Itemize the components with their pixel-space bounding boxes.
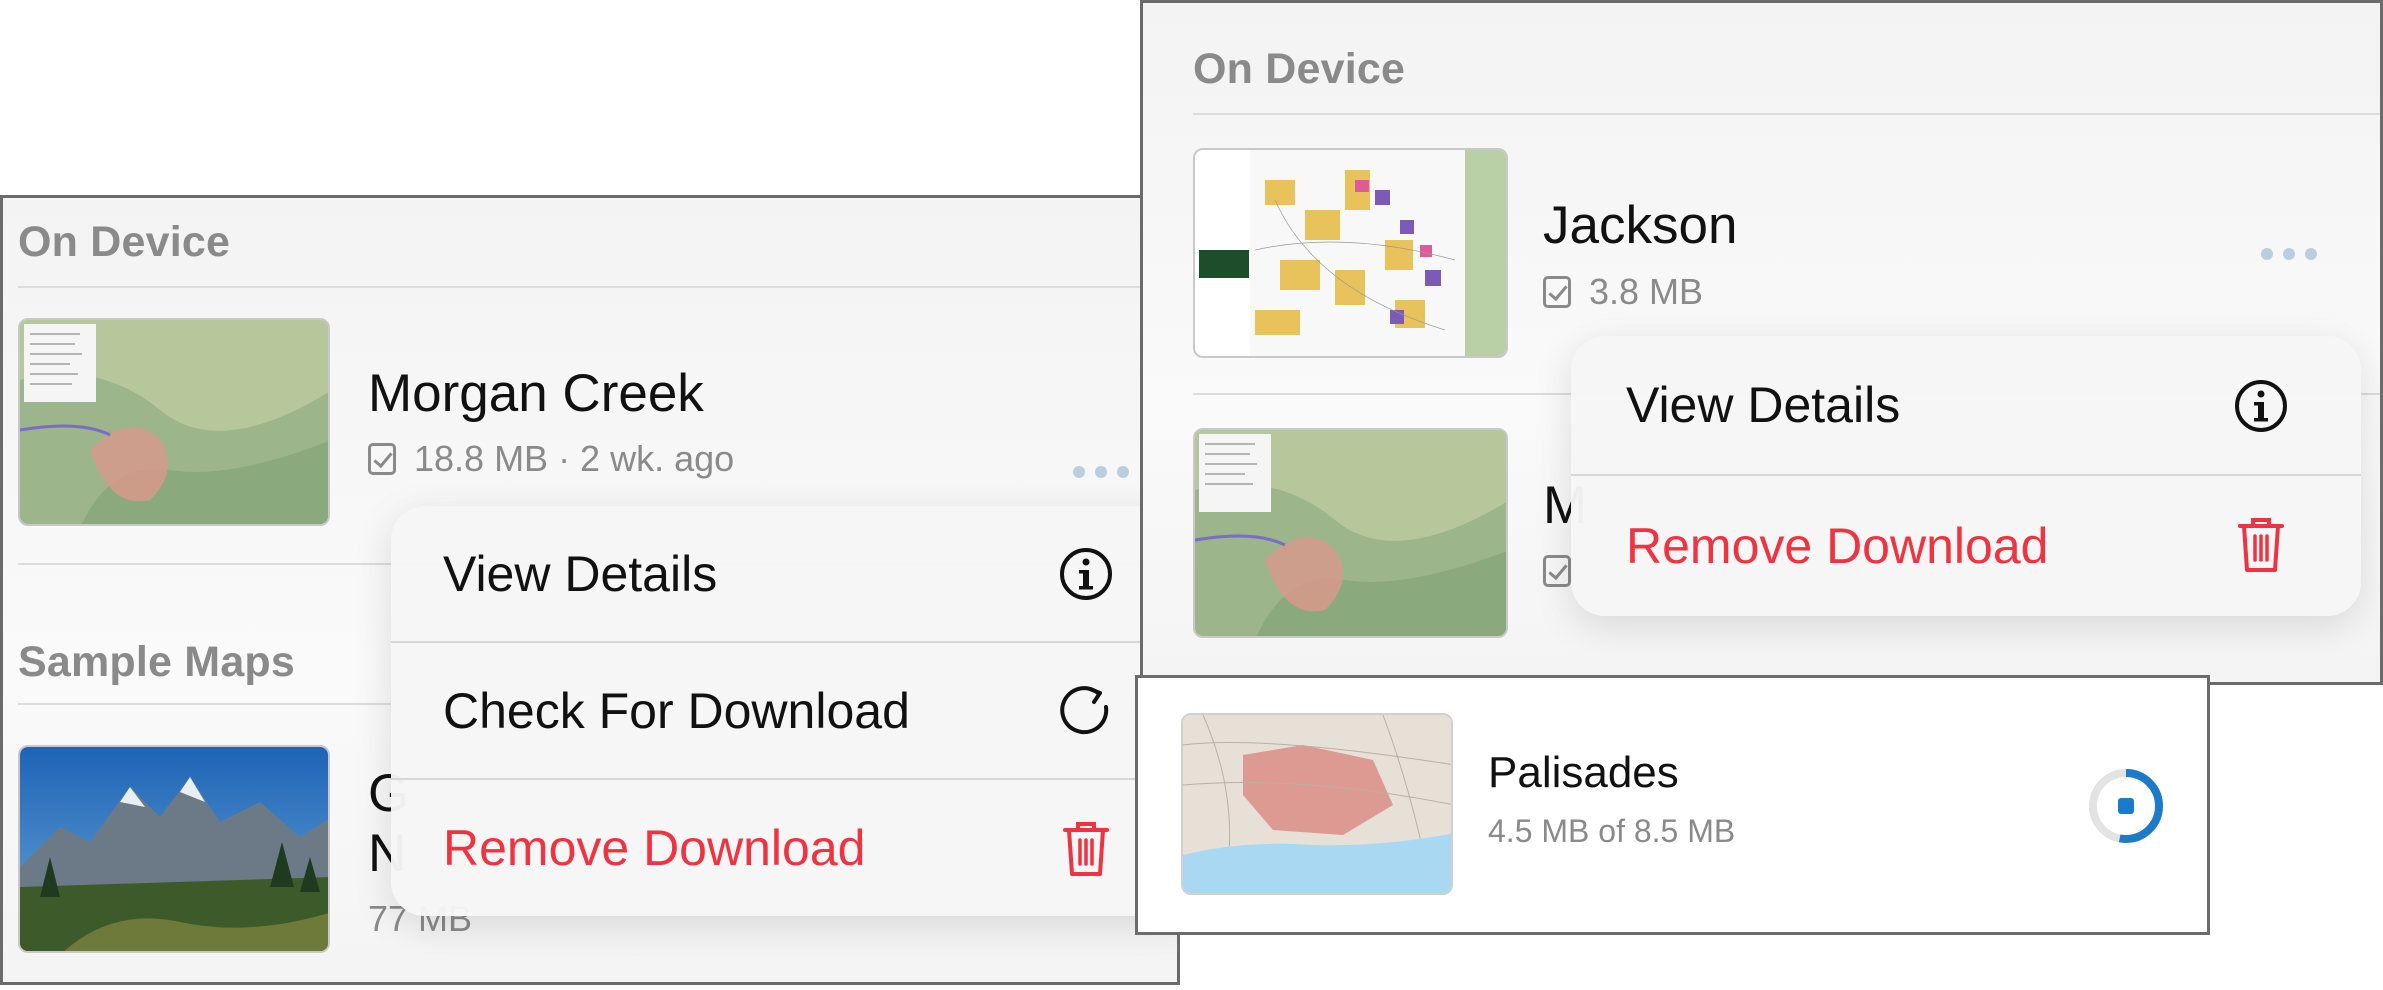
coastal-map-image bbox=[1183, 715, 1451, 893]
menu-item-label: Remove Download bbox=[1626, 518, 2049, 574]
menu-item-label: View Details bbox=[1626, 377, 1901, 433]
right-panel-background: On Device Jackson 3.8 MB M View Details … bbox=[1143, 3, 2380, 682]
mountain-photo bbox=[20, 747, 328, 951]
land-map-image bbox=[1195, 150, 1506, 356]
downloaded-check-icon bbox=[1543, 276, 1571, 308]
trash-icon bbox=[2238, 518, 2284, 572]
topo-map-image bbox=[1195, 430, 1506, 636]
map-meta-text: 3.8 MB bbox=[1589, 271, 1704, 312]
topo-map-image bbox=[20, 320, 328, 524]
info-icon bbox=[1060, 548, 1112, 600]
more-options-icon[interactable] bbox=[1073, 466, 1129, 478]
download-progress-stop-icon[interactable] bbox=[2083, 763, 2169, 849]
map-meta: 18.8 MB · 2 wk. ago bbox=[368, 438, 734, 480]
map-thumbnail-sample[interactable] bbox=[18, 745, 330, 953]
downloaded-check-icon bbox=[1543, 555, 1571, 587]
downloaded-check-icon bbox=[368, 443, 396, 475]
menu-item-label: Check For Download bbox=[443, 682, 910, 739]
map-title: Jackson bbox=[1543, 196, 1738, 255]
sample-maps-header: Sample Maps bbox=[18, 638, 296, 686]
map-thumbnail-morgan-creek[interactable] bbox=[18, 318, 330, 526]
left-panel: On Device Morgan Creek 18.8 MB · 2 wk. a… bbox=[0, 195, 1180, 985]
map-thumbnail-morgan-creek[interactable] bbox=[1193, 428, 1508, 638]
map-thumbnail-palisades[interactable] bbox=[1181, 713, 1453, 895]
map-title: Palisades bbox=[1488, 748, 1679, 797]
map-meta: 3.8 MB bbox=[1543, 271, 1703, 313]
on-device-header: On Device bbox=[18, 218, 231, 266]
context-menu: View Details Remove Download bbox=[1571, 336, 2361, 616]
info-icon bbox=[2235, 380, 2287, 432]
download-progress-text: 4.5 MB of 8.5 MB bbox=[1488, 813, 1736, 849]
refresh-icon bbox=[1060, 686, 1109, 735]
right-panel: On Device Jackson 3.8 MB M View Details … bbox=[1140, 0, 2383, 685]
download-progress-panel: Palisades 4.5 MB of 8.5 MB bbox=[1135, 675, 2210, 935]
divider bbox=[1193, 113, 2380, 115]
on-device-header: On Device bbox=[1193, 45, 1406, 93]
trash-icon bbox=[1063, 822, 1109, 876]
menu-item-label: View Details bbox=[443, 545, 718, 602]
divider bbox=[18, 286, 1177, 288]
map-thumbnail-jackson[interactable] bbox=[1193, 148, 1508, 358]
more-options-icon[interactable] bbox=[2261, 248, 2317, 260]
map-meta-text: 18.8 MB · 2 wk. ago bbox=[414, 438, 735, 479]
left-panel-background: On Device Morgan Creek 18.8 MB · 2 wk. a… bbox=[3, 198, 1177, 982]
map-title: Morgan Creek bbox=[368, 364, 704, 423]
context-menu: View Details Check For Download Remove D… bbox=[391, 506, 1177, 916]
menu-item-label: Remove Download bbox=[443, 820, 866, 876]
